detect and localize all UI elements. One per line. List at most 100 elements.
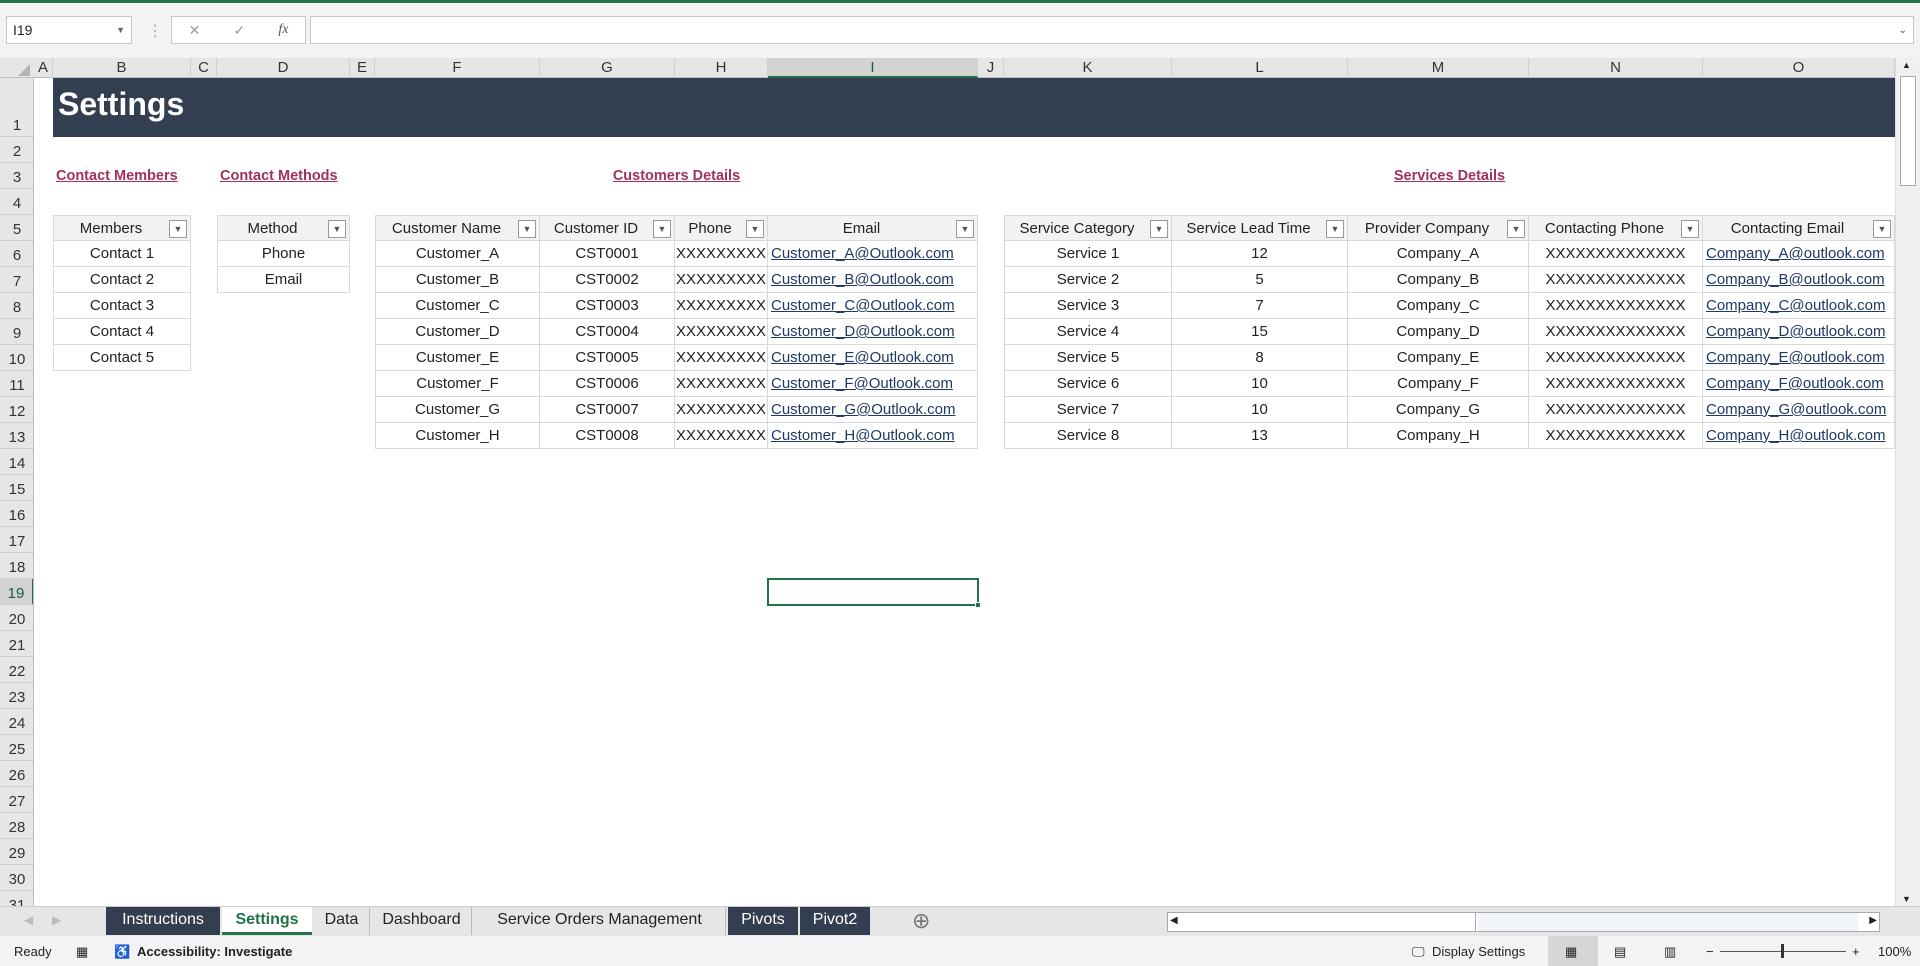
sheet-tab-pivot2[interactable]: Pivot2	[800, 907, 870, 935]
vertical-scrollbar[interactable]: ▲ ▼	[1895, 58, 1920, 906]
table-cell-methods[interactable]: Email	[217, 267, 350, 293]
email-link[interactable]: Customer_H@Outlook.com	[768, 423, 978, 449]
table-cell-services[interactable]: Company_E	[1348, 345, 1529, 371]
page-break-view-icon[interactable]: ▥	[1664, 944, 1676, 960]
table-cell-services[interactable]: Service 1	[1004, 241, 1172, 267]
scroll-down-icon[interactable]: ▼	[1902, 894, 1911, 904]
email-link[interactable]: Customer_A@Outlook.com	[768, 241, 978, 267]
email-link[interactable]: Company_B@outlook.com	[1703, 267, 1895, 293]
filter-dropdown-icon[interactable]: ▼	[653, 220, 671, 238]
table-cell-members[interactable]: Contact 5	[53, 345, 191, 371]
display-settings-button[interactable]: Display Settings	[1432, 944, 1525, 959]
email-link[interactable]: Customer_E@Outlook.com	[768, 345, 978, 371]
sheet-tab-dashboard[interactable]: Dashboard	[372, 907, 472, 935]
table-cell-customers[interactable]: CST0007	[540, 397, 675, 423]
table-cell-services[interactable]: Company_H	[1348, 423, 1529, 449]
horizontal-scrollbar[interactable]: ◀ ▶	[1167, 912, 1880, 932]
email-link[interactable]: Customer_C@Outlook.com	[768, 293, 978, 319]
column-header-b[interactable]: B	[53, 58, 191, 78]
table-cell-services[interactable]: 10	[1172, 397, 1348, 423]
table-cell-services[interactable]: 10	[1172, 371, 1348, 397]
row-header-21[interactable]: 21	[0, 631, 33, 657]
sheet-tab-instructions[interactable]: Instructions	[106, 907, 220, 935]
table-cell-services[interactable]: 12	[1172, 241, 1348, 267]
table-cell-customers[interactable]: CST0002	[540, 267, 675, 293]
filter-dropdown-icon[interactable]: ▼	[1507, 220, 1525, 238]
row-header-24[interactable]: 24	[0, 709, 33, 735]
table-cell-customers[interactable]: XXXXXXXXX	[675, 397, 768, 423]
column-header-i[interactable]: I	[768, 58, 978, 78]
email-link[interactable]: Customer_B@Outlook.com	[768, 267, 978, 293]
column-header-n[interactable]: N	[1529, 58, 1703, 78]
row-header-31[interactable]: 31	[0, 891, 33, 906]
table-cell-services[interactable]: 7	[1172, 293, 1348, 319]
table-cell-customers[interactable]: Customer_E	[375, 345, 540, 371]
email-link[interactable]: Customer_F@Outlook.com	[768, 371, 978, 397]
table-cell-services[interactable]: 13	[1172, 423, 1348, 449]
table-cell-services[interactable]: Service 5	[1004, 345, 1172, 371]
filter-dropdown-icon[interactable]: ▼	[1150, 220, 1168, 238]
row-header-29[interactable]: 29	[0, 839, 33, 865]
table-cell-customers[interactable]: Customer_D	[375, 319, 540, 345]
table-cell-services[interactable]: Company_B	[1348, 267, 1529, 293]
sheet-tab-data[interactable]: Data	[314, 907, 370, 935]
row-header-20[interactable]: 20	[0, 605, 33, 631]
row-header-16[interactable]: 16	[0, 501, 33, 527]
section-title-services[interactable]: Services Details	[1004, 163, 1895, 189]
email-link[interactable]: Customer_D@Outlook.com	[768, 319, 978, 345]
row-header-25[interactable]: 25	[0, 735, 33, 761]
table-cell-members[interactable]: Contact 3	[53, 293, 191, 319]
chevron-down-icon[interactable]: ▼	[116, 25, 125, 35]
table-cell-services[interactable]: Company_D	[1348, 319, 1529, 345]
next-sheet-icon[interactable]: ▶	[52, 913, 61, 927]
table-cell-customers[interactable]: CST0005	[540, 345, 675, 371]
table-cell-services[interactable]: Service 2	[1004, 267, 1172, 293]
select-all-button[interactable]	[0, 58, 34, 78]
table-cell-members[interactable]: Contact 4	[53, 319, 191, 345]
email-link[interactable]: Company_F@outlook.com	[1703, 371, 1895, 397]
row-header-9[interactable]: 9	[0, 319, 33, 345]
normal-view-icon[interactable]: ▦	[1565, 944, 1577, 960]
table-cell-services[interactable]: XXXXXXXXXXXXXX	[1529, 345, 1703, 371]
column-header-f[interactable]: F	[375, 58, 540, 78]
zoom-slider-thumb[interactable]	[1781, 944, 1784, 958]
table-cell-customers[interactable]: Customer_B	[375, 267, 540, 293]
column-header-m[interactable]: M	[1348, 58, 1529, 78]
prev-sheet-icon[interactable]: ◀	[24, 913, 33, 927]
column-header-o[interactable]: O	[1703, 58, 1895, 78]
row-header-19[interactable]: 19	[0, 579, 33, 605]
row-header-11[interactable]: 11	[0, 371, 33, 397]
selected-cell[interactable]	[767, 578, 981, 608]
page-layout-view-icon[interactable]: ▤	[1614, 944, 1626, 960]
table-cell-members[interactable]: Contact 2	[53, 267, 191, 293]
table-cell-services[interactable]: Service 3	[1004, 293, 1172, 319]
enter-icon[interactable]: ✓	[233, 22, 245, 39]
table-cell-customers[interactable]: XXXXXXXXX	[675, 371, 768, 397]
horizontal-scroll-thumb[interactable]	[1184, 913, 1476, 931]
table-cell-services[interactable]: Service 7	[1004, 397, 1172, 423]
table-cell-customers[interactable]: CST0006	[540, 371, 675, 397]
row-header-1[interactable]: 1	[0, 78, 33, 137]
row-header-12[interactable]: 12	[0, 397, 33, 423]
filter-dropdown-icon[interactable]: ▼	[956, 220, 974, 238]
column-header-h[interactable]: H	[675, 58, 768, 78]
table-cell-services[interactable]: Company_A	[1348, 241, 1529, 267]
table-cell-services[interactable]: Service 4	[1004, 319, 1172, 345]
table-cell-services[interactable]: XXXXXXXXXXXXXX	[1529, 241, 1703, 267]
column-header-e[interactable]: E	[350, 58, 375, 78]
table-cell-services[interactable]: Company_C	[1348, 293, 1529, 319]
table-cell-customers[interactable]: Customer_C	[375, 293, 540, 319]
column-header-d[interactable]: D	[217, 58, 350, 78]
table-cell-services[interactable]: XXXXXXXXXXXXXX	[1529, 423, 1703, 449]
filter-dropdown-icon[interactable]: ▼	[169, 220, 187, 238]
table-cell-customers[interactable]: XXXXXXXXX	[675, 267, 768, 293]
email-link[interactable]: Customer_G@Outlook.com	[768, 397, 978, 423]
row-header-13[interactable]: 13	[0, 423, 33, 449]
table-cell-services[interactable]: Service 8	[1004, 423, 1172, 449]
section-title-members[interactable]: Contact Members	[56, 163, 191, 189]
column-header-l[interactable]: L	[1172, 58, 1348, 78]
name-box[interactable]: I19 ▼	[6, 16, 132, 44]
row-header-22[interactable]: 22	[0, 657, 33, 683]
add-sheet-icon[interactable]: ⊕	[912, 908, 930, 934]
table-cell-services[interactable]: Company_F	[1348, 371, 1529, 397]
